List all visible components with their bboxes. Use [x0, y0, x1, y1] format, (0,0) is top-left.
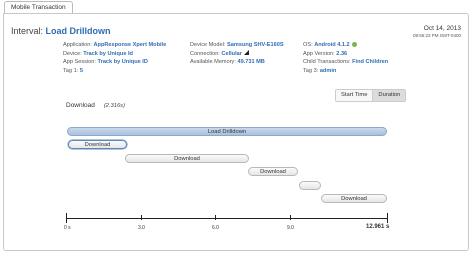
axis-label: 9.0	[287, 225, 294, 231]
find-children-link[interactable]: Find Children	[352, 59, 388, 65]
meta-column-2: Device Model: Samsung SHV-E160S Connecti…	[190, 41, 284, 67]
meta-value-link[interactable]: Samsung SHV-E160S	[227, 42, 284, 48]
meta-label: Device:	[63, 50, 82, 57]
meta-column-3: OS: Android 4.1.2 App Version: 2.36 Chil…	[303, 41, 388, 75]
axis-label: 3.0	[138, 225, 145, 231]
timestamp-label: 09:55:23 PM GMT-0400	[412, 33, 461, 38]
meta-tag3: Tag 3: admin	[303, 67, 388, 76]
meta-value: AppResponse Xpert Mobile	[93, 42, 167, 48]
axis-tick	[387, 213, 388, 223]
axis-tick	[66, 213, 67, 223]
meta-value: 49.731 MB	[237, 59, 265, 65]
meta-child-transactions: Child Transactions: Find Children	[303, 58, 388, 67]
date-block: Oct 14, 2013 09:55:23 PM GMT-0400	[413, 25, 461, 38]
meta-value-link[interactable]: Track by Unique ID	[98, 59, 148, 65]
timeline-bar-4[interactable]	[299, 181, 321, 190]
meta-label: OS:	[303, 42, 313, 48]
meta-label: App Session:	[63, 59, 96, 65]
meta-label: Application:	[63, 42, 92, 48]
timeline-bar-download-2[interactable]: Download	[125, 154, 249, 163]
meta-label: Device Model:	[190, 42, 226, 48]
signal-icon	[243, 50, 249, 55]
meta-os: OS: Android 4.1.2	[303, 41, 388, 50]
axis-label: 6.0	[212, 225, 219, 231]
request-duration: (2.316s)	[103, 103, 125, 109]
timeline-bar-download-3[interactable]: Download	[248, 167, 298, 176]
meta-device-model: Device Model: Samsung SHV-E160S	[190, 41, 284, 50]
axis-tick	[141, 215, 142, 220]
meta-value-link[interactable]: Cellular	[221, 51, 242, 57]
meta-memory: Available Memory: 49.731 MB	[190, 58, 284, 67]
interval-name: Load Drilldown	[45, 26, 111, 36]
axis-label-start: 0 s	[64, 225, 71, 231]
time-axis	[66, 218, 388, 219]
meta-column-1: Application: AppResponse Xpert Mobile De…	[63, 41, 166, 75]
interval-title: Interval: Load Drilldown	[11, 26, 111, 36]
date-label: Oct 14, 2013	[423, 25, 461, 32]
axis-tick	[290, 215, 291, 220]
start-time-button[interactable]: Start Time	[336, 90, 373, 101]
meta-label: App Version:	[303, 50, 335, 57]
tab-bar: Mobile Transaction	[0, 0, 474, 14]
meta-device: Device: Track by Unique Id	[63, 50, 166, 59]
meta-label: Tag 3:	[303, 67, 319, 74]
axis-tick	[215, 215, 216, 220]
meta-application: Application: AppResponse Xpert Mobile	[63, 41, 166, 50]
meta-label: Connection:	[190, 50, 220, 57]
timeline-bar-load-drilldown[interactable]: Load Drilldown	[67, 127, 387, 136]
meta-value-link[interactable]: 2.36	[336, 51, 347, 57]
meta-value-link[interactable]: admin	[320, 68, 336, 74]
meta-value-link[interactable]: Track by Unique Id	[83, 51, 133, 57]
duration-button[interactable]: Duration	[372, 90, 406, 101]
meta-label: Tag 1:	[63, 67, 79, 74]
request-label: Download (2.316s)	[66, 102, 125, 109]
axis-label-end: 12.961 s	[366, 224, 390, 230]
android-icon	[351, 41, 357, 47]
meta-tag1: Tag 1: 5	[63, 67, 166, 76]
sort-toggle: Start Time Duration	[335, 89, 407, 102]
meta-value-link[interactable]: 5	[80, 68, 83, 74]
timeline-bar-download-1[interactable]: Download	[68, 140, 127, 149]
meta-app-version: App Version: 2.36	[303, 50, 388, 59]
interval-prefix: Interval:	[11, 26, 44, 36]
request-name: Download	[66, 102, 95, 109]
meta-connection: Connection: Cellular	[190, 50, 284, 59]
meta-label: Available Memory:	[190, 59, 236, 65]
timeline-bar-download-5[interactable]: Download	[321, 194, 387, 203]
meta-label: Child Transactions:	[303, 59, 351, 65]
meta-value-link[interactable]: Android 4.1.2	[314, 42, 349, 48]
meta-app-session: App Session: Track by Unique ID	[63, 58, 166, 67]
